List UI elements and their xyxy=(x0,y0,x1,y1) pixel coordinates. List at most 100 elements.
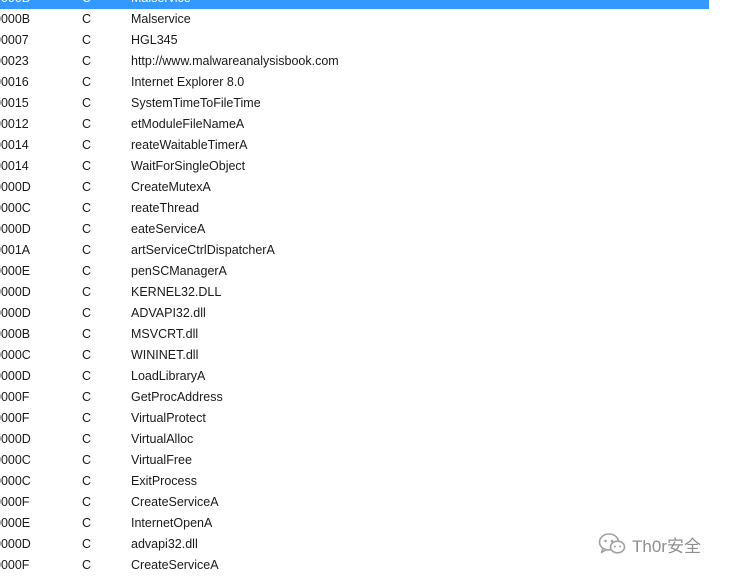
string-length: 0000D xyxy=(0,369,31,383)
string-value: reateThread xyxy=(131,201,200,215)
strings-list: 0000B C Malservice 0000B C Malservice 00007 C HG… xyxy=(0,0,733,576)
string-type: C xyxy=(82,495,92,509)
string-value: CreateMutexA xyxy=(131,180,211,194)
wechat-icon xyxy=(598,532,626,556)
string-row[interactable]: 00014 C WaitForSingleObject xyxy=(0,156,709,177)
string-length: 0000C xyxy=(0,453,31,467)
string-length: 0000C xyxy=(0,348,31,362)
string-length: 0000D xyxy=(0,222,31,236)
string-value: VirtualAlloc xyxy=(131,432,194,446)
string-type: C xyxy=(82,264,92,278)
string-length: 0000F xyxy=(0,558,30,572)
string-value: ADVAPI32.dll xyxy=(131,306,206,320)
string-type: C xyxy=(82,222,92,236)
string-value: VirtualProtect xyxy=(131,411,206,425)
string-row[interactable]: 0000F C GetProcAddress xyxy=(0,387,709,408)
string-value: VirtualFree xyxy=(131,453,192,467)
string-row[interactable]: 0000D C ADVAPI32.dll xyxy=(0,303,709,324)
watermark-text: Th0r安全 xyxy=(632,536,701,556)
string-length: 0000E xyxy=(0,516,31,530)
string-type: C xyxy=(82,474,92,488)
string-row[interactable]: 0000C C ExitProcess xyxy=(0,471,709,492)
string-row[interactable]: 0000D C VirtualAlloc xyxy=(0,429,709,450)
string-value: WaitForSingleObject xyxy=(131,159,246,173)
string-value: WININET.dll xyxy=(131,348,199,362)
string-value: Malservice xyxy=(131,12,191,26)
string-row[interactable]: 00007 C HGL345 xyxy=(0,30,709,51)
string-type: C xyxy=(82,327,92,341)
string-row[interactable]: 00015 C SystemTimeToFileTime xyxy=(0,93,709,114)
string-type: C xyxy=(82,516,92,530)
string-row[interactable]: 0000F C CreateServiceA xyxy=(0,492,709,513)
string-value: CreateServiceA xyxy=(131,495,219,509)
string-row[interactable]: 0000D C LoadLibraryA xyxy=(0,366,709,387)
string-row[interactable]: 0000B C MSVCRT.dll xyxy=(0,324,709,345)
string-length: 00016 xyxy=(0,75,29,89)
string-length: 0000D xyxy=(0,180,31,194)
string-row[interactable]: 0000D C CreateMutexA xyxy=(0,177,709,198)
string-type: C xyxy=(82,369,92,383)
string-type: C xyxy=(82,180,92,194)
string-row[interactable]: 00014 CreateWaitableTimerA xyxy=(0,135,709,156)
string-value: ExitProcess xyxy=(131,474,197,488)
string-row[interactable]: 0000C C WININET.dll xyxy=(0,345,709,366)
string-length: 0000B xyxy=(0,0,30,9)
string-value: KERNEL32.DLL xyxy=(131,285,222,299)
string-type: C xyxy=(82,12,92,26)
string-length: 0000D xyxy=(0,285,31,299)
string-type: C xyxy=(82,390,92,404)
string-type: C xyxy=(82,558,92,572)
string-type: C xyxy=(82,75,92,89)
string-length: 0000F xyxy=(0,390,30,404)
string-value: eateServiceA xyxy=(131,222,206,236)
string-row[interactable]: 0000F C CreateServiceA xyxy=(0,555,709,576)
string-length: 0000D xyxy=(0,306,31,320)
string-row[interactable]: 0000C C VirtualFree xyxy=(0,450,709,471)
string-type: C xyxy=(82,96,92,110)
string-value: etModuleFileNameA xyxy=(131,117,245,131)
string-row[interactable]: 0000E CpenSCManagerA xyxy=(0,261,709,282)
string-length: 0001A xyxy=(0,243,31,257)
string-length: 0000E xyxy=(0,264,31,278)
string-value: http://www.malwareanalysisbook.com xyxy=(131,54,339,68)
string-row[interactable]: 00023 Chttp://www.malwareanalysisbook.com xyxy=(0,51,709,72)
string-type: C xyxy=(82,0,91,9)
string-type: C xyxy=(82,306,92,320)
string-row[interactable]: 0000B C Malservice xyxy=(0,9,709,30)
string-length: 00014 xyxy=(0,159,29,173)
selected-string-row[interactable]: 0000B C Malservice xyxy=(0,0,709,9)
string-value: Internet Explorer 8.0 xyxy=(131,75,245,89)
string-length: 00015 xyxy=(0,96,29,110)
string-value: Malservice xyxy=(131,0,191,9)
string-row[interactable]: 00016 C Internet Explorer 8.0 xyxy=(0,72,709,93)
watermark: Th0r安全 xyxy=(598,531,701,557)
string-length: 0000F xyxy=(0,411,30,425)
string-type: C xyxy=(82,117,92,131)
string-length: 00007 xyxy=(0,33,29,47)
string-value: LoadLibraryA xyxy=(131,369,206,383)
string-value: HGL345 xyxy=(131,33,178,47)
string-row[interactable]: 0000D CeateServiceA xyxy=(0,219,709,240)
string-length: 0000D xyxy=(0,537,31,551)
string-length: 0000F xyxy=(0,495,30,509)
string-row[interactable]: 0000D C KERNEL32.DLL xyxy=(0,282,709,303)
string-length: 0000C xyxy=(0,474,31,488)
string-value: GetProcAddress xyxy=(131,390,223,404)
string-type: C xyxy=(82,243,92,257)
string-type: C xyxy=(82,411,92,425)
string-value: CreateServiceA xyxy=(131,558,219,572)
string-length: 0000D xyxy=(0,432,31,446)
string-length: 0000C xyxy=(0,201,31,215)
string-value: InternetOpenA xyxy=(131,516,213,530)
string-row[interactable]: 0001A CartServiceCtrlDispatcherA xyxy=(0,240,709,261)
string-type: C xyxy=(82,432,92,446)
string-value: SystemTimeToFileTime xyxy=(131,96,261,110)
string-row[interactable]: 0000F C VirtualProtect xyxy=(0,408,709,429)
string-type: C xyxy=(82,285,92,299)
string-value: advapi32.dll xyxy=(131,537,198,551)
string-row[interactable]: 00012 CetModuleFileNameA xyxy=(0,114,709,135)
string-length: 00014 xyxy=(0,138,29,152)
string-length: 00012 xyxy=(0,117,29,131)
string-type: C xyxy=(82,138,92,152)
string-row[interactable]: 0000C CreateThread xyxy=(0,198,709,219)
